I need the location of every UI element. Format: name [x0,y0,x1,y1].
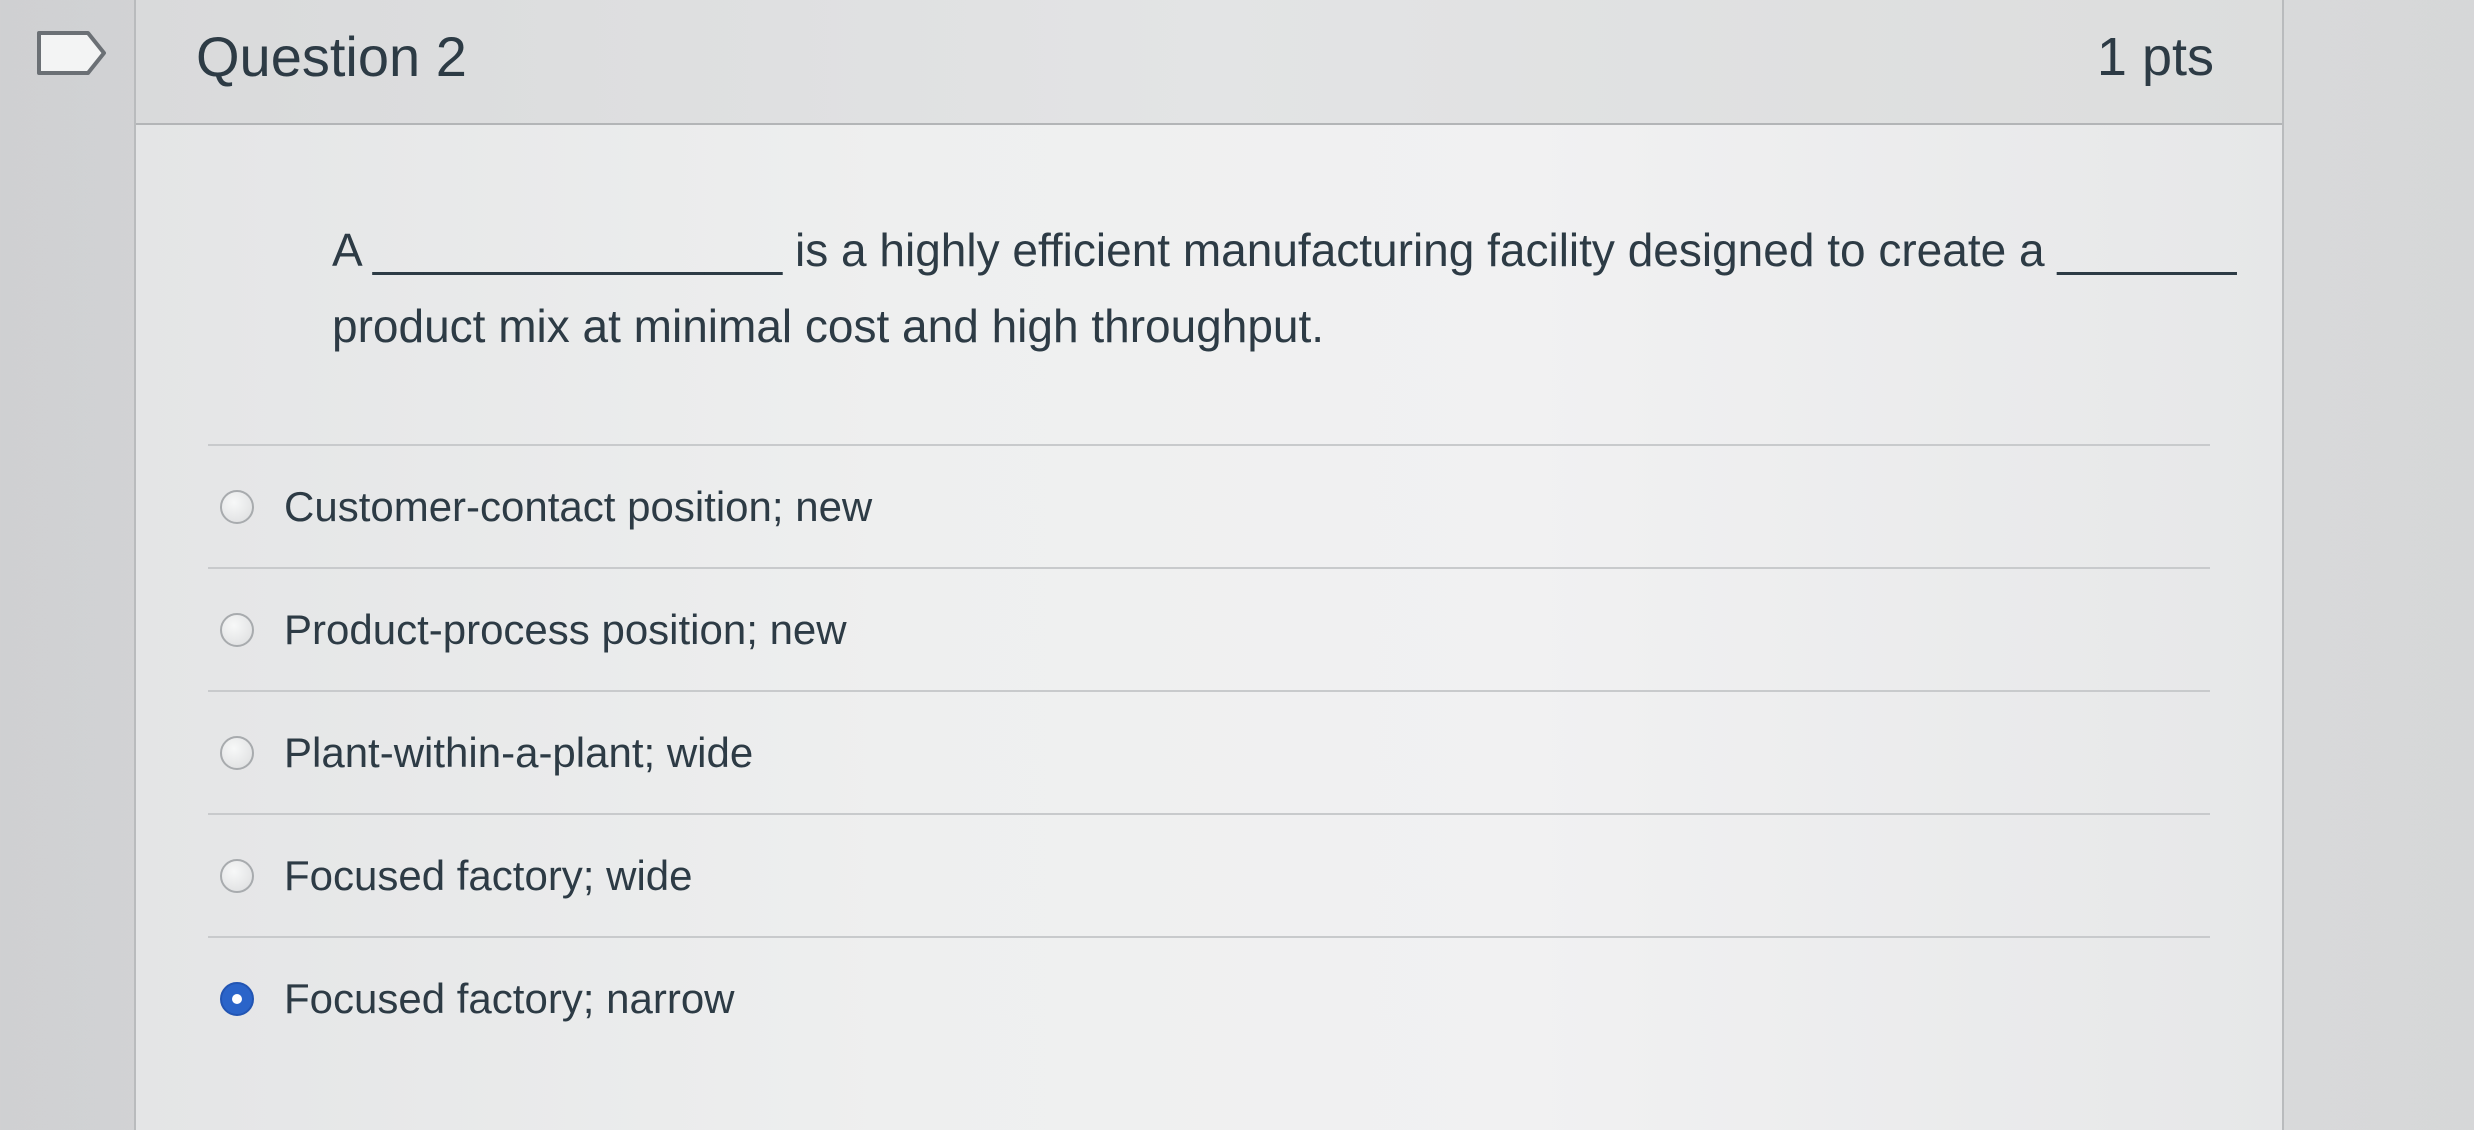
answer-radio[interactable] [220,735,254,770]
answer-radio[interactable] [220,489,254,524]
question-text: A ________________ is a highly efficient… [332,212,2352,364]
answer-radio[interactable] [220,612,254,647]
answer-option[interactable]: Product-process position; new [208,569,2210,690]
answer-label: Product-process position; new [284,605,847,653]
answer-label: Plant-within-a-plant; wide [284,728,754,776]
question-points: 1 pts [2096,27,2214,87]
answer-option[interactable]: Plant-within-a-plant; wide [208,692,2210,813]
answer-radio-selected[interactable] [220,981,254,1016]
answer-option[interactable]: Focused factory; wide [208,815,2210,936]
answer-list: Customer-contact position; new Product-p… [208,444,2210,1059]
answer-label: Focused factory; wide [284,851,693,899]
question-text-line-2: product mix at minimal cost and high thr… [332,300,1325,352]
answer-radio[interactable] [220,858,254,893]
answer-label: Customer-contact position; new [284,482,873,530]
bookmark-flag-icon[interactable] [36,30,108,76]
question-title: Question 2 [196,25,467,88]
answer-option-selected[interactable]: Focused factory; narrow [208,938,2210,1059]
answer-option[interactable]: Customer-contact position; new [208,446,2210,567]
question-text-line-1: A ________________ is a highly efficient… [332,224,2237,276]
answer-label: Focused factory; narrow [284,974,735,1022]
